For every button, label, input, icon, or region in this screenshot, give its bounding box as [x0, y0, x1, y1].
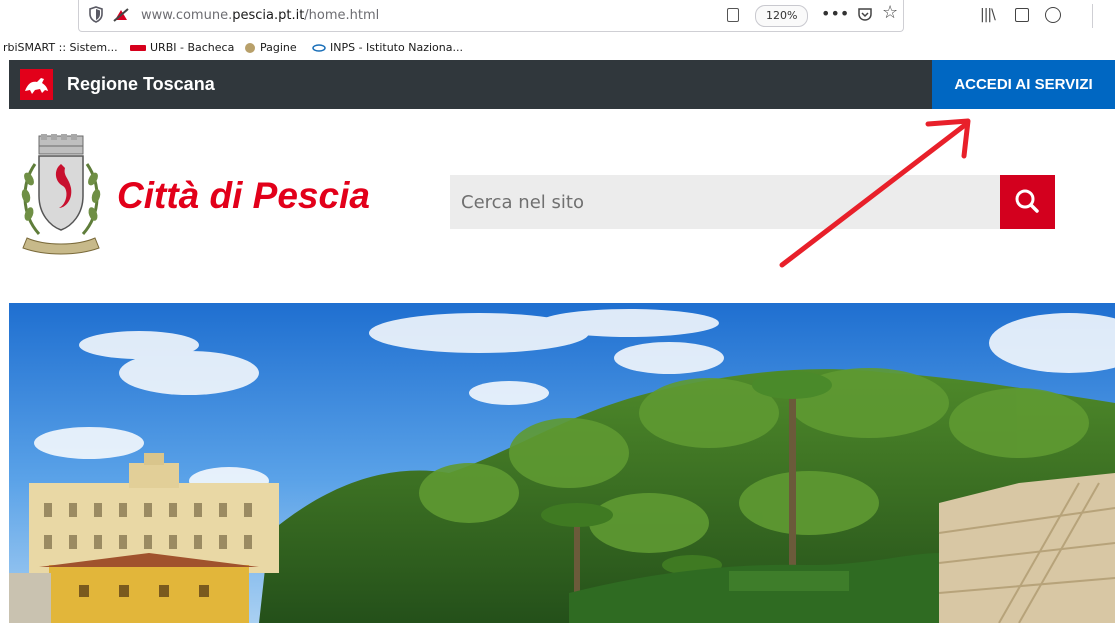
urbi-icon: [130, 45, 146, 51]
zoom-level-badge[interactable]: 120%: [755, 5, 809, 27]
address-bar[interactable]: www.comune.pescia.pt.it/home.html 120% •…: [78, 0, 904, 32]
reader-view-icon[interactable]: [727, 8, 739, 22]
inps-icon: [312, 44, 326, 52]
library-icon[interactable]: |||\: [980, 7, 996, 23]
sidebar-icon[interactable]: [1015, 8, 1029, 22]
bookmark-item[interactable]: URBI - Bacheca: [130, 41, 234, 54]
hero-image: [9, 303, 1115, 623]
search-button[interactable]: [1000, 175, 1055, 229]
url-domain: pescia.pt.it: [232, 8, 305, 23]
bookmark-label: INPS - Istituto Naziona...: [330, 41, 463, 54]
page-actions-icon[interactable]: •••: [821, 4, 849, 23]
accedi-ai-servizi-button[interactable]: ACCEDI AI SERVIZI: [932, 60, 1115, 109]
search-icon: [1015, 189, 1039, 213]
shield-icon[interactable]: [89, 6, 103, 23]
bookmark-label: rbiSMART :: Sistem...: [3, 41, 118, 54]
page-icon: [245, 43, 255, 53]
region-bar: Regione Toscana ACCEDI AI SERVIZI: [9, 60, 1115, 109]
pocket-icon[interactable]: [857, 6, 873, 22]
regione-toscana-logo-icon[interactable]: [20, 69, 53, 100]
url-text[interactable]: www.comune.pescia.pt.it/home.html: [141, 8, 379, 23]
bookmark-item[interactable]: rbiSMART :: Sistem...: [3, 41, 118, 54]
url-prefix: www.comune.: [141, 8, 233, 23]
bookmark-label: Pagine: [260, 41, 297, 54]
bookmark-star-icon[interactable]: ☆: [882, 2, 898, 23]
bookmark-label: URBI - Bacheca: [150, 41, 235, 54]
pescia-crest-icon[interactable]: [17, 134, 105, 256]
bookmarks-toolbar: rbiSMART :: Sistem... URBI - Bacheca Pag…: [0, 36, 1115, 60]
url-path: /home.html: [304, 8, 380, 23]
bookmark-item[interactable]: Pagine: [244, 41, 297, 54]
city-name-title[interactable]: Città di Pescia: [117, 175, 370, 217]
tracking-blocked-icon[interactable]: [113, 8, 129, 22]
account-icon[interactable]: [1045, 7, 1061, 23]
toolbar-separator: [1092, 4, 1093, 28]
bookmark-item[interactable]: INPS - Istituto Naziona...: [312, 41, 463, 54]
annotation-arrow-icon: [779, 118, 971, 268]
browser-toolbar: www.comune.pescia.pt.it/home.html 120% •…: [0, 0, 1115, 36]
region-name[interactable]: Regione Toscana: [67, 74, 215, 95]
